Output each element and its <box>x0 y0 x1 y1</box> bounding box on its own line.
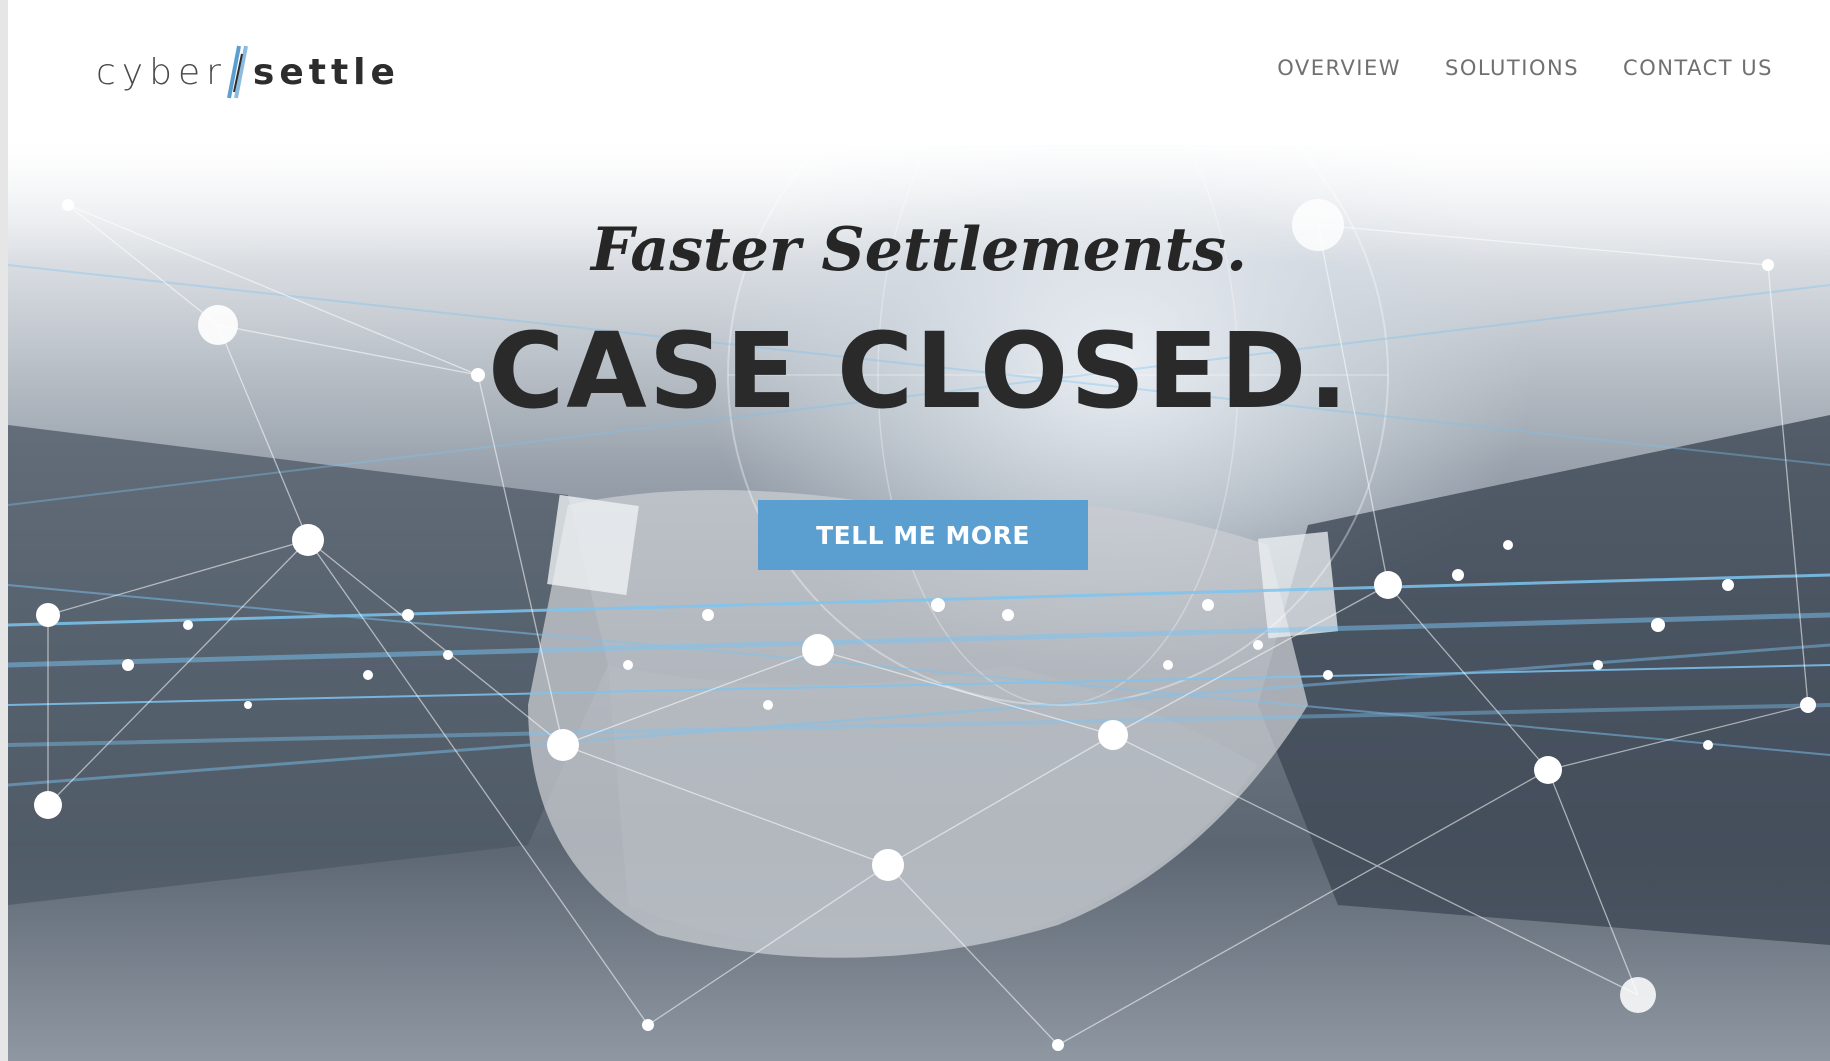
hero-section: Faster Settlements. CASE CLOSED. TELL ME… <box>8 145 1830 1061</box>
window-edge <box>0 0 8 1061</box>
logo-slash-icon <box>226 45 248 99</box>
main-nav: OVERVIEW SOLUTIONS CONTACT US <box>1277 56 1773 80</box>
hero-headline: CASE CLOSED. <box>487 310 1351 432</box>
logo-text-settle: settle <box>252 51 400 93</box>
nav-solutions[interactable]: SOLUTIONS <box>1445 56 1579 80</box>
tell-me-more-button[interactable]: TELL ME MORE <box>758 500 1088 570</box>
nav-contact-us[interactable]: CONTACT US <box>1623 56 1773 80</box>
hero-tagline: Faster Settlements. <box>591 215 1247 285</box>
logo[interactable]: cyber settle <box>96 44 400 100</box>
nav-overview[interactable]: OVERVIEW <box>1277 56 1401 80</box>
page: cyber settle OVERVIEW SOLUTIONS CONTACT … <box>0 0 1830 1061</box>
site-header: cyber settle OVERVIEW SOLUTIONS CONTACT … <box>8 0 1830 145</box>
logo-text-cyber: cyber <box>96 51 227 93</box>
